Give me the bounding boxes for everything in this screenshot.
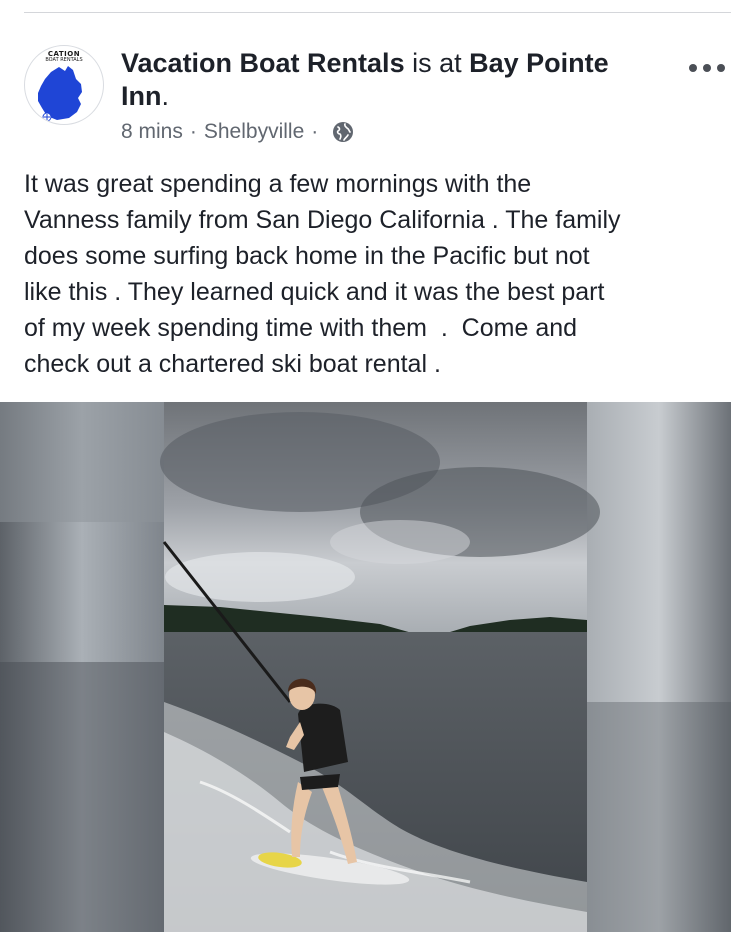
post-place[interactable]: Shelbyville <box>204 119 304 145</box>
more-dot <box>717 64 725 72</box>
top-divider <box>24 12 731 13</box>
location-name-line1: Bay Pointe <box>469 48 609 78</box>
author-name-link[interactable]: Vacation Boat Rentals <box>121 48 405 78</box>
more-options-icon[interactable] <box>689 59 725 77</box>
is-at-text: is at <box>404 48 470 78</box>
post-meta: 8 mins · Shelbyville · <box>121 119 354 145</box>
meta-separator: · <box>189 120 197 143</box>
wakesurf-video-frame <box>0 402 731 932</box>
more-dot <box>689 64 697 72</box>
globe-icon[interactable] <box>332 121 354 143</box>
more-dot <box>703 64 711 72</box>
post-body-text: It was great spending a few mornings wit… <box>24 170 621 378</box>
page-avatar[interactable]: CATION BOAT RENTALS <box>24 45 104 125</box>
post-header: CATION BOAT RENTALS Vacation Boat Rental… <box>24 45 731 155</box>
post-title: Vacation Boat Rentals is at Bay Pointe In… <box>121 47 641 113</box>
meta-separator: · <box>311 120 319 143</box>
facebook-post-screen: CATION BOAT RENTALS Vacation Boat Rental… <box>0 0 731 932</box>
title-period: . <box>161 81 170 111</box>
post-video[interactable] <box>0 402 731 932</box>
post-timestamp[interactable]: 8 mins <box>121 119 183 145</box>
location-name-line2: Inn <box>121 81 162 111</box>
avatar-logo-subtext: BOAT RENTALS <box>45 57 83 63</box>
